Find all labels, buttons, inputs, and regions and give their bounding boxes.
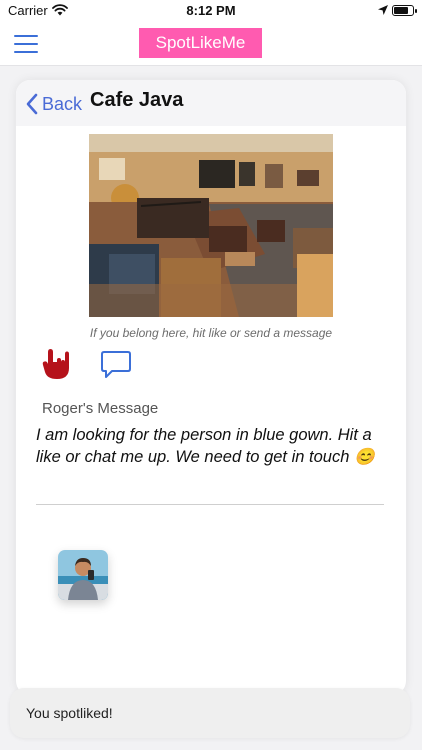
message-text: I am looking for the person in blue gown… — [36, 426, 375, 466]
location-arrow-icon — [378, 5, 388, 15]
clock: 8:12 PM — [186, 3, 236, 18]
chat-button[interactable] — [100, 350, 132, 380]
battery-icon — [392, 5, 417, 16]
hamburger-menu-icon[interactable] — [14, 35, 38, 53]
divider — [36, 504, 384, 505]
top-nav-bar: SpotLikeMe — [0, 22, 422, 66]
rock-hand-icon — [42, 349, 69, 379]
chevron-left-icon — [26, 93, 38, 115]
toast-text: You spotliked! — [26, 705, 113, 721]
cafe-interior-photo — [89, 134, 333, 317]
back-label: Back — [42, 93, 83, 114]
message-heading: Roger's Message — [42, 400, 159, 417]
app-logo: SpotLikeMe — [139, 28, 262, 58]
hint-text: If you belong here, hit like or send a m… — [89, 326, 333, 340]
like-button[interactable] — [42, 348, 70, 380]
place-title: Cafe Java — [90, 89, 184, 111]
battery-level — [394, 7, 409, 14]
card-header: Back Cafe Java — [16, 80, 406, 126]
chat-bubble-icon — [101, 351, 131, 378]
place-card: Back Cafe Java If you belong here, hit l… — [16, 80, 406, 695]
status-bar: Carrier 8:12 PM — [0, 0, 422, 22]
toast-notification: You spotliked! — [10, 688, 410, 738]
back-button[interactable]: Back — [26, 92, 82, 116]
user-avatar[interactable] — [58, 550, 108, 600]
